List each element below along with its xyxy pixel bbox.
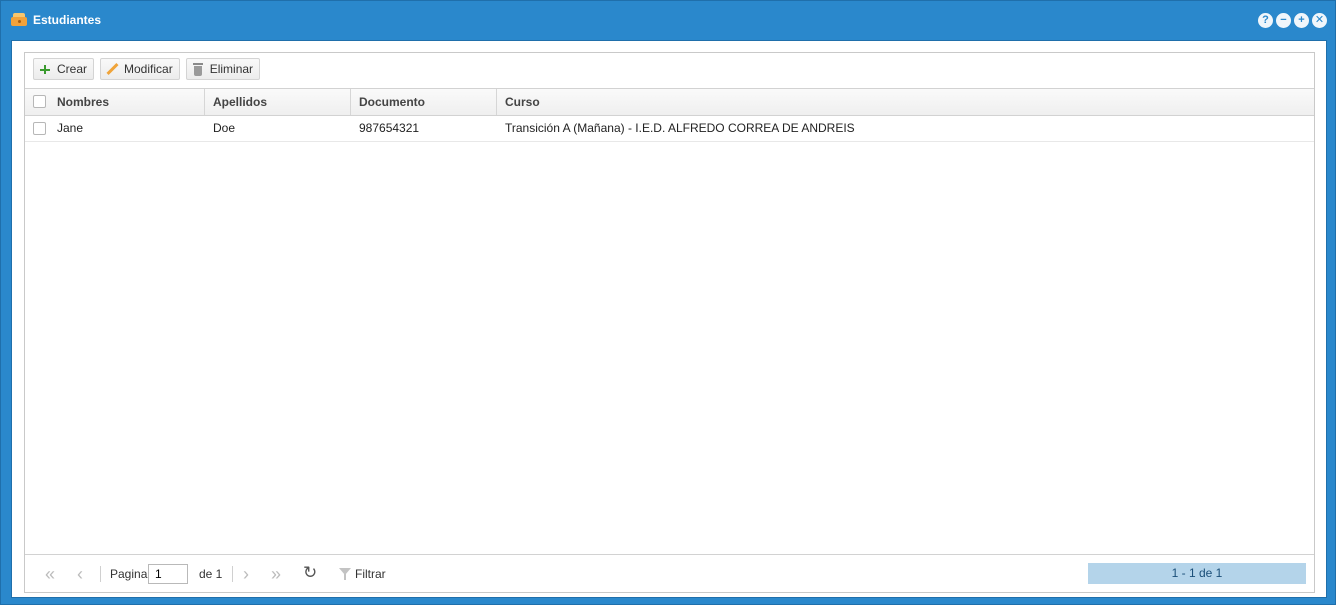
maximize-icon[interactable]: + bbox=[1294, 13, 1309, 28]
prev-page-icon[interactable]: ‹ bbox=[77, 565, 83, 583]
window-tools: ? − + ✕ bbox=[1258, 13, 1327, 28]
page-number-input[interactable] bbox=[148, 564, 188, 584]
window-titlebar[interactable]: Estudiantes ? − + ✕ bbox=[1, 1, 1335, 39]
first-page-icon[interactable]: « bbox=[45, 565, 55, 583]
grid-pager: « ‹ Pagina de 1 › » ↻ Filtrar 1 - 1 de 1 bbox=[25, 554, 1314, 592]
last-page-icon[interactable]: » bbox=[271, 565, 281, 583]
page-count-label: de 1 bbox=[199, 567, 223, 581]
refresh-icon[interactable]: ↻ bbox=[303, 564, 317, 582]
create-button-label: Crear bbox=[57, 62, 88, 76]
cell-documento: 987654321 bbox=[359, 121, 420, 135]
column-header-curso[interactable]: Curso bbox=[497, 89, 1314, 115]
students-window: Estudiantes ? − + ✕ Crear Modificar Elim… bbox=[0, 0, 1336, 605]
edit-button-label: Modificar bbox=[124, 62, 173, 76]
briefcase-icon bbox=[11, 12, 27, 26]
row-checkbox[interactable] bbox=[33, 122, 46, 135]
column-header-documento[interactable]: Documento bbox=[351, 89, 497, 115]
page-label: Pagina bbox=[110, 567, 148, 581]
pager-separator bbox=[232, 566, 233, 582]
plus-icon bbox=[38, 62, 52, 76]
help-icon[interactable]: ? bbox=[1258, 13, 1273, 28]
cell-curso: Transición A (Mañana) - I.E.D. ALFREDO C… bbox=[505, 121, 855, 135]
edit-button[interactable]: Modificar bbox=[100, 58, 180, 80]
cell-nombres: Jane bbox=[57, 121, 84, 135]
paging-info: 1 - 1 de 1 bbox=[1088, 563, 1306, 584]
pager-separator bbox=[100, 566, 101, 582]
cell-apellidos: Doe bbox=[213, 121, 236, 135]
window-body: Crear Modificar Eliminar Nombres Apellid… bbox=[11, 40, 1327, 598]
grid-toolbar: Crear Modificar Eliminar bbox=[33, 58, 261, 80]
pencil-icon bbox=[105, 62, 119, 76]
select-all-checkbox[interactable] bbox=[33, 95, 46, 108]
column-header-apellidos[interactable]: Apellidos bbox=[205, 89, 351, 115]
filter-button[interactable]: Filtrar bbox=[355, 565, 386, 583]
window-title: Estudiantes bbox=[33, 13, 102, 27]
students-grid: Crear Modificar Eliminar Nombres Apellid… bbox=[24, 52, 1315, 593]
column-header-nombres[interactable]: Nombres bbox=[49, 89, 205, 115]
trash-icon bbox=[191, 62, 205, 76]
delete-button[interactable]: Eliminar bbox=[185, 58, 261, 80]
minimize-icon[interactable]: − bbox=[1276, 13, 1291, 28]
next-page-icon[interactable]: › bbox=[243, 565, 249, 583]
grid-header: Nombres Apellidos Documento Curso bbox=[25, 88, 1314, 116]
table-row[interactable]: Jane Doe 987654321 Transición A (Mañana)… bbox=[25, 116, 1314, 142]
create-button[interactable]: Crear bbox=[33, 58, 95, 80]
close-icon[interactable]: ✕ bbox=[1312, 13, 1327, 28]
delete-button-label: Eliminar bbox=[209, 62, 254, 76]
